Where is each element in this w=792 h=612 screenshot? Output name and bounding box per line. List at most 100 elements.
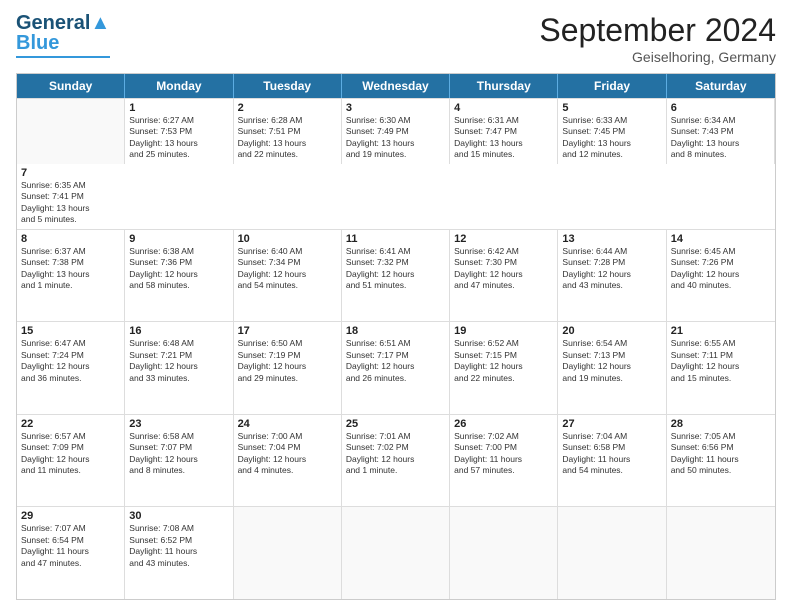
location-subtitle: Geiselhoring, Germany: [539, 49, 776, 65]
day-info-20: Sunrise: 6:54 AM Sunset: 7:13 PM Dayligh…: [562, 338, 661, 384]
day-info-13: Sunrise: 6:44 AM Sunset: 7:28 PM Dayligh…: [562, 246, 661, 292]
day-number-11: 11: [346, 233, 445, 245]
day-number-5: 5: [562, 102, 661, 114]
day-number-24: 24: [238, 418, 337, 430]
day-number-8: 8: [21, 233, 120, 245]
day-info-2: Sunrise: 6:28 AM Sunset: 7:51 PM Dayligh…: [238, 115, 337, 161]
day-number-12: 12: [454, 233, 553, 245]
cal-cell-20: 20Sunrise: 6:54 AM Sunset: 7:13 PM Dayli…: [558, 322, 666, 414]
day-info-19: Sunrise: 6:52 AM Sunset: 7:15 PM Dayligh…: [454, 338, 553, 384]
header-day-saturday: Saturday: [667, 74, 775, 98]
logo-underline: [16, 56, 110, 58]
day-info-17: Sunrise: 6:50 AM Sunset: 7:19 PM Dayligh…: [238, 338, 337, 384]
cal-cell-19: 19Sunrise: 6:52 AM Sunset: 7:15 PM Dayli…: [450, 322, 558, 414]
calendar-row-3: 15Sunrise: 6:47 AM Sunset: 7:24 PM Dayli…: [17, 321, 775, 414]
page: General▲ Blue September 2024 Geiselhorin…: [0, 0, 792, 612]
title-block: September 2024 Geiselhoring, Germany: [539, 12, 776, 65]
cal-cell-16: 16Sunrise: 6:48 AM Sunset: 7:21 PM Dayli…: [125, 322, 233, 414]
day-info-30: Sunrise: 7:08 AM Sunset: 6:52 PM Dayligh…: [129, 523, 228, 569]
day-info-28: Sunrise: 7:05 AM Sunset: 6:56 PM Dayligh…: [671, 431, 771, 477]
cal-cell-11: 11Sunrise: 6:41 AM Sunset: 7:32 PM Dayli…: [342, 230, 450, 322]
cal-cell-8: 8Sunrise: 6:37 AM Sunset: 7:38 PM Daylig…: [17, 230, 125, 322]
day-number-19: 19: [454, 325, 553, 337]
day-info-9: Sunrise: 6:38 AM Sunset: 7:36 PM Dayligh…: [129, 246, 228, 292]
cal-cell-22: 22Sunrise: 6:57 AM Sunset: 7:09 PM Dayli…: [17, 415, 125, 507]
day-number-18: 18: [346, 325, 445, 337]
day-number-6: 6: [671, 102, 770, 114]
day-number-22: 22: [21, 418, 120, 430]
day-number-17: 17: [238, 325, 337, 337]
logo: General▲ Blue: [16, 12, 110, 58]
month-title: September 2024: [539, 12, 776, 49]
header-day-sunday: Sunday: [17, 74, 125, 98]
day-number-26: 26: [454, 418, 553, 430]
cal-cell-3: 3Sunrise: 6:30 AM Sunset: 7:49 PM Daylig…: [342, 99, 450, 164]
day-info-25: Sunrise: 7:01 AM Sunset: 7:02 PM Dayligh…: [346, 431, 445, 477]
calendar-row-4: 22Sunrise: 6:57 AM Sunset: 7:09 PM Dayli…: [17, 414, 775, 507]
cal-cell-30: 30Sunrise: 7:08 AM Sunset: 6:52 PM Dayli…: [125, 507, 233, 599]
day-info-29: Sunrise: 7:07 AM Sunset: 6:54 PM Dayligh…: [21, 523, 120, 569]
day-number-4: 4: [454, 102, 553, 114]
day-info-6: Sunrise: 6:34 AM Sunset: 7:43 PM Dayligh…: [671, 115, 770, 161]
cal-cell-26: 26Sunrise: 7:02 AM Sunset: 7:00 PM Dayli…: [450, 415, 558, 507]
day-number-3: 3: [346, 102, 445, 114]
day-number-20: 20: [562, 325, 661, 337]
logo-blue: ▲: [90, 12, 110, 34]
cal-cell-13: 13Sunrise: 6:44 AM Sunset: 7:28 PM Dayli…: [558, 230, 666, 322]
logo-blue-text: Blue: [16, 32, 59, 55]
cal-cell-28: 28Sunrise: 7:05 AM Sunset: 6:56 PM Dayli…: [667, 415, 775, 507]
header-day-thursday: Thursday: [450, 74, 558, 98]
day-info-12: Sunrise: 6:42 AM Sunset: 7:30 PM Dayligh…: [454, 246, 553, 292]
cal-cell-4: 4Sunrise: 6:31 AM Sunset: 7:47 PM Daylig…: [450, 99, 558, 164]
cal-cell-empty-3: [342, 507, 450, 599]
cal-cell-21: 21Sunrise: 6:55 AM Sunset: 7:11 PM Dayli…: [667, 322, 775, 414]
header-day-monday: Monday: [125, 74, 233, 98]
day-info-27: Sunrise: 7:04 AM Sunset: 6:58 PM Dayligh…: [562, 431, 661, 477]
cal-cell-18: 18Sunrise: 6:51 AM Sunset: 7:17 PM Dayli…: [342, 322, 450, 414]
day-number-29: 29: [21, 510, 120, 522]
day-info-22: Sunrise: 6:57 AM Sunset: 7:09 PM Dayligh…: [21, 431, 120, 477]
day-info-3: Sunrise: 6:30 AM Sunset: 7:49 PM Dayligh…: [346, 115, 445, 161]
day-number-27: 27: [562, 418, 661, 430]
day-number-10: 10: [238, 233, 337, 245]
cal-cell-23: 23Sunrise: 6:58 AM Sunset: 7:07 PM Dayli…: [125, 415, 233, 507]
day-info-16: Sunrise: 6:48 AM Sunset: 7:21 PM Dayligh…: [129, 338, 228, 384]
day-info-5: Sunrise: 6:33 AM Sunset: 7:45 PM Dayligh…: [562, 115, 661, 161]
cal-cell-10: 10Sunrise: 6:40 AM Sunset: 7:34 PM Dayli…: [234, 230, 342, 322]
cal-cell-29: 29Sunrise: 7:07 AM Sunset: 6:54 PM Dayli…: [17, 507, 125, 599]
cal-cell-2: 2Sunrise: 6:28 AM Sunset: 7:51 PM Daylig…: [234, 99, 342, 164]
cal-cell-14: 14Sunrise: 6:45 AM Sunset: 7:26 PM Dayli…: [667, 230, 775, 322]
logo-text: General▲: [16, 12, 110, 34]
day-info-10: Sunrise: 6:40 AM Sunset: 7:34 PM Dayligh…: [238, 246, 337, 292]
day-number-1: 1: [129, 102, 228, 114]
header: General▲ Blue September 2024 Geiselhorin…: [16, 12, 776, 65]
cal-cell-27: 27Sunrise: 7:04 AM Sunset: 6:58 PM Dayli…: [558, 415, 666, 507]
day-number-9: 9: [129, 233, 228, 245]
day-number-28: 28: [671, 418, 771, 430]
cal-cell-empty-5: [558, 507, 666, 599]
calendar-body: 1Sunrise: 6:27 AM Sunset: 7:53 PM Daylig…: [17, 98, 775, 599]
day-info-24: Sunrise: 7:00 AM Sunset: 7:04 PM Dayligh…: [238, 431, 337, 477]
header-day-tuesday: Tuesday: [234, 74, 342, 98]
cal-cell-5: 5Sunrise: 6:33 AM Sunset: 7:45 PM Daylig…: [558, 99, 666, 164]
cal-cell-7: 7Sunrise: 6:35 AM Sunset: 7:41 PM Daylig…: [17, 164, 125, 229]
header-day-wednesday: Wednesday: [342, 74, 450, 98]
day-number-16: 16: [129, 325, 228, 337]
day-number-7: 7: [21, 167, 121, 179]
cal-cell-6: 6Sunrise: 6:34 AM Sunset: 7:43 PM Daylig…: [667, 99, 775, 164]
calendar: SundayMondayTuesdayWednesdayThursdayFrid…: [16, 73, 776, 600]
day-number-21: 21: [671, 325, 771, 337]
day-info-4: Sunrise: 6:31 AM Sunset: 7:47 PM Dayligh…: [454, 115, 553, 161]
day-number-25: 25: [346, 418, 445, 430]
day-info-1: Sunrise: 6:27 AM Sunset: 7:53 PM Dayligh…: [129, 115, 228, 161]
day-info-21: Sunrise: 6:55 AM Sunset: 7:11 PM Dayligh…: [671, 338, 771, 384]
day-info-14: Sunrise: 6:45 AM Sunset: 7:26 PM Dayligh…: [671, 246, 771, 292]
day-info-18: Sunrise: 6:51 AM Sunset: 7:17 PM Dayligh…: [346, 338, 445, 384]
day-number-15: 15: [21, 325, 120, 337]
day-info-26: Sunrise: 7:02 AM Sunset: 7:00 PM Dayligh…: [454, 431, 553, 477]
calendar-row-2: 8Sunrise: 6:37 AM Sunset: 7:38 PM Daylig…: [17, 229, 775, 322]
cal-cell-empty-2: [234, 507, 342, 599]
cal-cell-12: 12Sunrise: 6:42 AM Sunset: 7:30 PM Dayli…: [450, 230, 558, 322]
day-info-7: Sunrise: 6:35 AM Sunset: 7:41 PM Dayligh…: [21, 180, 121, 226]
calendar-header: SundayMondayTuesdayWednesdayThursdayFrid…: [17, 74, 775, 98]
